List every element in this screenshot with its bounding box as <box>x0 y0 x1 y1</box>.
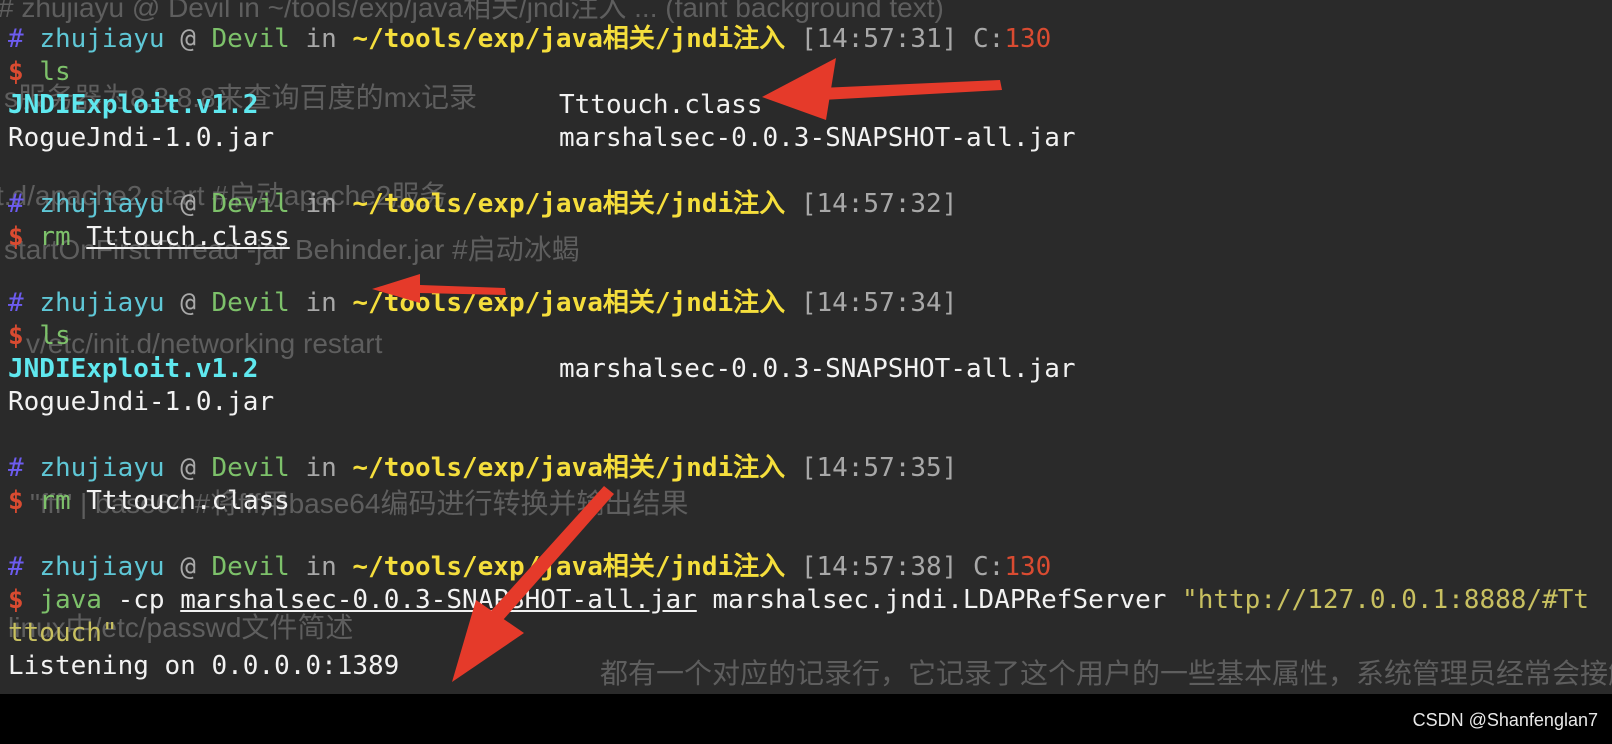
annotation-arrows <box>372 58 1002 682</box>
footer-bar <box>0 694 1612 744</box>
terminal-window[interactable]: # zhujiayu @ Devil in ~/tools/exp/java相关… <box>0 0 1612 694</box>
arrow-to-tttouch-class <box>762 58 1002 120</box>
arrow-to-rm-prompt <box>372 274 506 303</box>
csdn-watermark: CSDN @Shanfenglan7 <box>1412 710 1598 730</box>
arrow-to-listening-output <box>452 486 614 682</box>
